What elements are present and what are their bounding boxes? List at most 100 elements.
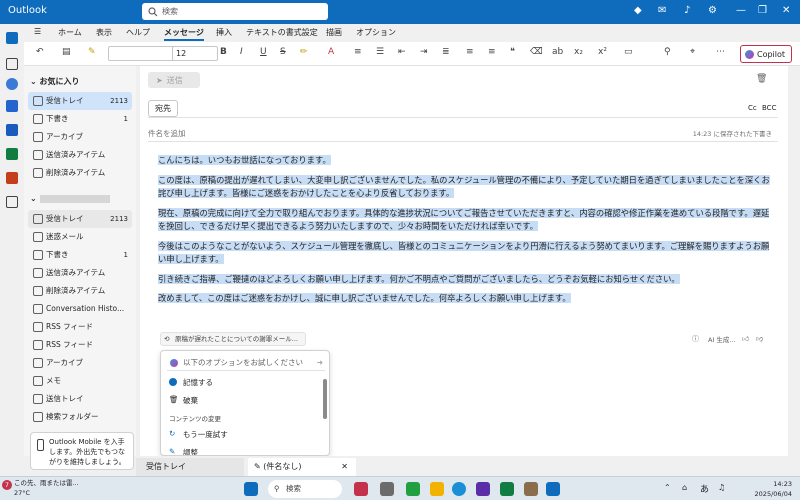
keep-option[interactable]: 記憶する	[169, 377, 213, 388]
app-icon-6[interactable]	[524, 482, 538, 496]
start-icon[interactable]	[244, 482, 258, 496]
word-icon[interactable]	[6, 124, 18, 136]
search-input[interactable]: 検索	[142, 3, 328, 20]
thumbs-up-icon[interactable]: 👍︎	[742, 334, 749, 343]
folder-fav-sent[interactable]: 送信済みアイテム	[28, 146, 132, 164]
file-explorer-icon[interactable]	[430, 482, 444, 496]
bottom-tab-inbox[interactable]: 受信トレイ	[136, 458, 244, 476]
subject-field[interactable]: 件名を追加 14:23 に保存された下書き	[148, 126, 778, 142]
undo-icon[interactable]: ↶	[36, 47, 44, 57]
tab-help[interactable]: ヘルプ	[126, 27, 150, 38]
app-icon-3[interactable]	[406, 482, 420, 496]
quote-icon[interactable]: ❝	[510, 47, 515, 57]
tab-draw[interactable]: 描画	[326, 27, 342, 38]
folder-rss-2[interactable]: RSS フィード	[28, 336, 132, 354]
folder-conversation-history[interactable]: Conversation Histo...	[28, 300, 132, 318]
tab-insert[interactable]: 挿入	[216, 27, 232, 38]
font-size-select[interactable]: 12	[172, 46, 218, 61]
account-header[interactable]: ⌄	[30, 194, 110, 203]
bcc-button[interactable]: BCC	[762, 104, 776, 112]
edge-icon[interactable]	[452, 482, 466, 496]
align-center-icon[interactable]: ≡	[466, 47, 474, 57]
to-button[interactable]: 宛先	[148, 100, 178, 117]
app-icon-2[interactable]	[380, 482, 394, 496]
numbering-icon[interactable]: ☰	[376, 47, 384, 57]
tab-options[interactable]: オプション	[356, 27, 396, 38]
mobile-promo[interactable]: Outlook Mobile を入手します。外出先でもつながりを維持しましょう。	[30, 432, 134, 470]
restore-icon[interactable]: ❐	[758, 5, 767, 16]
discard-option[interactable]: 🗑 破棄	[169, 395, 198, 406]
clipboard-icon[interactable]: ▤	[62, 47, 71, 57]
apps-icon[interactable]	[6, 196, 18, 208]
folder-deleted[interactable]: 削除済みアイテム	[28, 282, 132, 300]
cc-button[interactable]: Cc	[748, 104, 757, 112]
people-icon[interactable]	[6, 78, 18, 90]
folder-sent[interactable]: 送信済みアイテム	[28, 264, 132, 282]
subscript-icon[interactable]: x₂	[574, 47, 583, 57]
folder-fav-archive[interactable]: アーカイブ	[28, 128, 132, 146]
suggestion-chip[interactable]: ⟲ 原稿が遅れたことについての謝罪メール...	[160, 332, 306, 346]
weather-widget[interactable]: この先、雨または雷... 27°C	[14, 478, 79, 498]
excel-icon[interactable]	[6, 148, 18, 160]
format-painter-icon[interactable]: ✎	[88, 47, 96, 57]
tab-text-format[interactable]: テキストの書式設定	[246, 27, 318, 38]
tab-view[interactable]: 表示	[96, 27, 112, 38]
minimize-icon[interactable]: —	[736, 5, 746, 16]
increase-indent-icon[interactable]: ⇥	[420, 47, 428, 57]
close-icon[interactable]: ✕	[782, 5, 790, 16]
folder-fav-drafts[interactable]: 下書き 1	[28, 110, 132, 128]
ime-indicator[interactable]: あ	[700, 482, 709, 495]
retry-option[interactable]: ↻ もう一度試す	[169, 429, 228, 440]
volume-icon[interactable]: ♫	[718, 483, 725, 492]
folder-fav-deleted[interactable]: 削除済みアイテム	[28, 164, 132, 182]
menu-icon[interactable]: ☰	[34, 27, 41, 36]
popup-scrollbar[interactable]	[323, 379, 327, 419]
link-icon[interactable]: ⚲	[664, 47, 671, 57]
submit-arrow-icon[interactable]: ➜	[317, 355, 323, 371]
folder-archive[interactable]: アーカイブ	[28, 354, 132, 372]
megaphone-icon[interactable]: ✉	[658, 5, 666, 16]
more-icon[interactable]: ⋯	[716, 47, 725, 57]
todo-icon[interactable]	[6, 100, 18, 112]
app-icon-5[interactable]	[500, 482, 514, 496]
info-icon[interactable]: ⓘ	[692, 334, 699, 344]
network-icon[interactable]: ⌂	[682, 483, 687, 492]
close-icon[interactable]: ✕	[341, 458, 348, 476]
decrease-indent-icon[interactable]: ⇤	[398, 47, 406, 57]
folder-notes[interactable]: メモ	[28, 372, 132, 390]
outlook-taskbar-icon[interactable]	[546, 482, 560, 496]
discard-icon[interactable]: 🗑	[756, 74, 767, 84]
to-field[interactable]: 宛先 Cc BCC	[148, 100, 778, 118]
diamond-icon[interactable]: ◆	[634, 5, 642, 16]
app-icon-4[interactable]	[476, 482, 490, 496]
powerpoint-icon[interactable]	[6, 172, 18, 184]
calendar-icon[interactable]	[6, 58, 18, 70]
folder-search[interactable]: 検索フォルダー	[28, 408, 132, 426]
bullets-icon[interactable]: ≡	[354, 47, 362, 57]
tray-icon[interactable]: ⌃	[664, 483, 671, 492]
copilot-prompt-input[interactable]: 以下のオプションをお試しください ➜	[167, 355, 325, 371]
tab-message[interactable]: メッセージ	[164, 27, 204, 41]
bell-icon[interactable]: ♪	[684, 5, 690, 16]
app-icon-1[interactable]	[354, 482, 368, 496]
folder-junk[interactable]: 迷惑メール	[28, 228, 132, 246]
strike-icon[interactable]: ab	[552, 47, 563, 57]
superscript-icon[interactable]: x²	[598, 47, 607, 57]
clear-format-icon[interactable]: ⌫	[530, 47, 543, 57]
thumbs-down-icon[interactable]: 👎︎	[756, 334, 763, 343]
folder-outbox[interactable]: 送信トレイ	[28, 390, 132, 408]
folder-fav-inbox[interactable]: 受信トレイ 2113	[28, 92, 132, 110]
adjust-option[interactable]: ✎ 調整	[169, 447, 198, 455]
taskbar-search[interactable]: ⚲ 検索	[268, 480, 342, 498]
send-button[interactable]: ➤ 送信	[148, 72, 200, 88]
favorites-header[interactable]: ⌄ お気に入り	[30, 76, 80, 87]
attach-icon[interactable]: ⌖	[690, 47, 695, 57]
tab-home[interactable]: ホーム	[58, 27, 82, 38]
folder-inbox[interactable]: 受信トレイ 2113	[28, 210, 132, 228]
folder-rss-1[interactable]: RSS フィード	[28, 318, 132, 336]
align-right-icon[interactable]: ≡	[488, 47, 496, 57]
gear-icon[interactable]: ⚙	[708, 5, 717, 16]
message-body[interactable]: こんにちは。いつもお世話になっております。 この度は、原稿の提出が遅れてしまい、…	[158, 154, 770, 312]
bottom-tab-draft[interactable]: ✎ (件名なし) ✕	[248, 458, 356, 476]
folder-drafts[interactable]: 下書き 1	[28, 246, 132, 264]
